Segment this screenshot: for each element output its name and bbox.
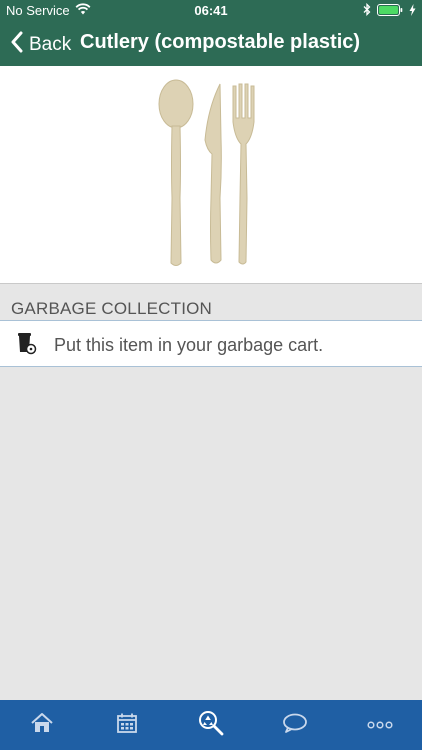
- calendar-icon: [116, 712, 138, 739]
- recycle-search-icon: [198, 710, 224, 741]
- garbage-cart-icon: [17, 331, 37, 360]
- page-title: Cutlery (compostable plastic): [80, 31, 361, 53]
- cutlery-image: [158, 79, 255, 266]
- item-image-area: [0, 66, 422, 284]
- tab-more[interactable]: [338, 700, 422, 750]
- battery-icon: [377, 3, 403, 19]
- chat-bubble-icon: [282, 712, 308, 739]
- bluetooth-icon: [363, 2, 371, 19]
- tab-search[interactable]: [169, 700, 253, 750]
- tab-home[interactable]: [0, 700, 84, 750]
- header: No Service 06:41 Back Cutlery (compostab…: [0, 0, 422, 66]
- home-icon: [30, 712, 54, 739]
- nav-bar: Back Cutlery (compostable plastic): [0, 22, 422, 66]
- more-icon: [367, 716, 393, 734]
- status-right: [363, 2, 416, 19]
- tab-bar: [0, 700, 422, 750]
- status-time: 06:41: [194, 3, 228, 18]
- back-button[interactable]: Back: [10, 31, 71, 59]
- tab-chat[interactable]: [253, 700, 337, 750]
- tab-calendar[interactable]: [84, 700, 168, 750]
- section-title: GARBAGE COLLECTION: [11, 299, 213, 318]
- status-bar: No Service 06:41: [0, 0, 422, 22]
- chevron-left-icon: [10, 31, 23, 59]
- instruction-text: Put this item in your garbage cart.: [54, 335, 324, 355]
- section-header: GARBAGE COLLECTION: [0, 285, 422, 321]
- charging-icon: [409, 3, 416, 19]
- instruction-row: Put this item in your garbage cart.: [0, 321, 422, 367]
- back-label: Back: [29, 34, 72, 55]
